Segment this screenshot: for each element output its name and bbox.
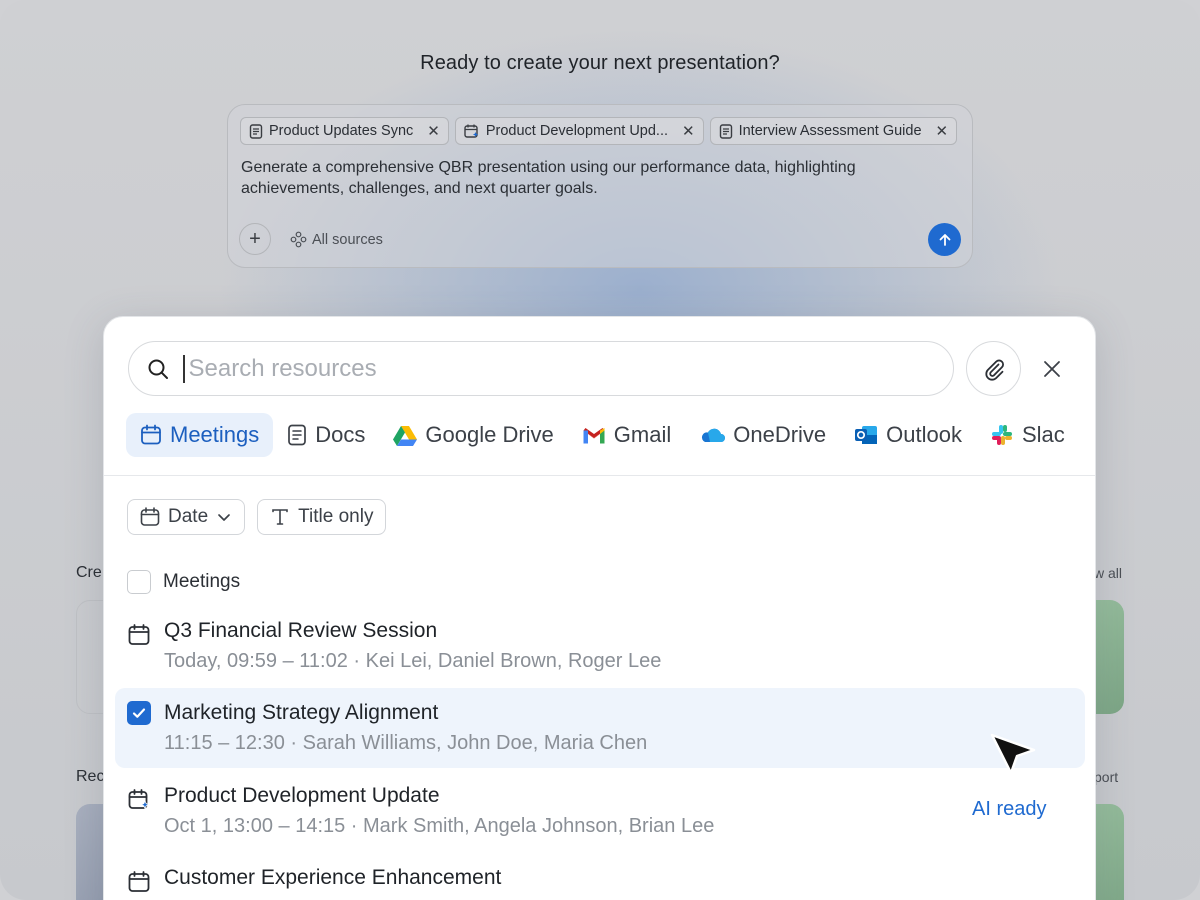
text-type-icon [272,509,288,525]
doc-icon [719,123,732,139]
tab-gmail[interactable]: Gmail [568,413,685,457]
checkmark-icon [132,708,146,718]
item-meta: Oct 1, 13:00 – 14:15 · Mark Smith, Angel… [164,815,715,837]
item-title: Marketing Strategy Alignment [164,701,439,724]
list-item[interactable]: Customer Experience Enhancement [115,864,1085,900]
date-filter-label: Date [168,506,209,527]
doc-icon [249,123,263,139]
search-input[interactable] [188,354,889,383]
list-item[interactable]: Q3 Financial Review Session Today, 09:59… [115,617,1085,697]
chevron-down-icon [218,514,230,521]
tab-label: Google Drive [425,422,554,447]
text-caret [183,354,185,383]
close-panel-button[interactable] [1036,353,1068,385]
meetings-select-all[interactable]: Meetings [127,570,240,594]
calendar-icon [128,871,150,892]
list-item-selected[interactable]: Marketing Strategy Alignment 11:15 – 12:… [115,688,1085,768]
chip-label: Product Development Upd... [485,123,669,139]
source-tabs: Meetings Docs Google Drive Gmail OneDriv… [126,413,1079,457]
title-only-filter-button[interactable]: Title only [257,499,387,535]
tab-label: Slac [1022,422,1065,447]
add-button[interactable]: + [239,223,271,255]
tab-meetings[interactable]: Meetings [126,413,274,457]
bg-section-label: Rec [76,768,105,785]
calendar-ai-icon [128,789,150,810]
google-drive-icon [393,425,418,446]
page-headline: Ready to create your next presentation? [420,52,780,74]
chip-product-development-update[interactable]: Product Development Upd... ✕ [454,117,704,145]
resource-picker-panel: Meetings Docs Google Drive Gmail OneDriv… [103,316,1096,900]
prompt-composer[interactable]: Product Updates Sync ✕ Product Developme… [227,104,973,268]
tab-docs[interactable]: Docs [273,413,379,457]
arrow-up-icon [939,233,950,246]
slack-icon [992,425,1012,445]
tab-divider [104,475,1095,476]
all-sources-button[interactable]: All sources [290,231,383,248]
bg-section-label: Cre [76,564,102,581]
list-item[interactable]: Product Development Update Oct 1, 13:00 … [115,782,1085,862]
tab-label: OneDrive [733,422,827,447]
doc-icon [288,424,307,446]
search-icon [148,359,168,379]
chip-remove-icon[interactable]: ✕ [682,122,695,140]
select-all-checkbox[interactable] [127,570,151,594]
item-title: Customer Experience Enhancement [164,866,502,889]
title-only-label: Title only [298,506,374,527]
bg-link[interactable]: port [1094,769,1118,785]
chip-remove-icon[interactable]: ✕ [427,122,440,140]
ai-ready-badge: AI ready [972,798,1047,820]
search-bar[interactable] [128,341,954,396]
tab-label: Outlook [886,422,962,447]
all-sources-label: All sources [312,231,383,248]
calendar-icon [140,507,160,526]
date-filter-button[interactable]: Date [127,499,246,535]
tab-label: Docs [315,422,366,447]
list-header-label: Meetings [163,571,241,592]
item-checkbox-checked[interactable] [127,701,151,725]
item-title: Q3 Financial Review Session [164,619,438,642]
bg-view-all-link[interactable]: w all [1094,565,1122,581]
tab-google-drive[interactable]: Google Drive [379,413,567,457]
tab-onedrive[interactable]: OneDrive [685,413,840,457]
item-title: Product Development Update [164,784,440,807]
prompt-text[interactable]: Generate a comprehensive QBR presentatio… [241,157,941,199]
gmail-icon [583,427,605,443]
send-button[interactable] [928,223,961,256]
tab-outlook[interactable]: Outlook [840,413,976,457]
chip-label: Interview Assessment Guide [738,123,922,139]
item-meta: Today, 09:59 – 11:02 · Kei Lei, Daniel B… [164,650,662,672]
onedrive-icon [702,428,726,442]
plus-icon: + [249,227,261,250]
tab-label: Gmail [613,422,672,447]
mouse-cursor-icon [990,733,1036,775]
attach-file-button[interactable] [966,341,1021,396]
outlook-icon [855,426,878,444]
paperclip-icon [984,359,1004,381]
calendar-ai-icon [464,124,478,138]
item-meta: 11:15 – 12:30 · Sarah Williams, John Doe… [164,732,648,754]
attached-chips: Product Updates Sync ✕ Product Developme… [240,117,958,145]
chip-label: Product Updates Sync [269,123,414,139]
calendar-icon [141,424,161,445]
close-icon [1044,361,1060,377]
tab-label: Meetings [170,422,260,447]
calendar-icon [128,624,150,645]
chip-remove-icon[interactable]: ✕ [936,122,949,140]
sources-icon [290,231,307,248]
chip-interview-assessment-guide[interactable]: Interview Assessment Guide ✕ [709,117,958,145]
tab-slack[interactable]: Slac [976,413,1079,457]
chip-product-updates-sync[interactable]: Product Updates Sync ✕ [240,117,449,145]
filter-bar: Date Title only [127,499,387,535]
